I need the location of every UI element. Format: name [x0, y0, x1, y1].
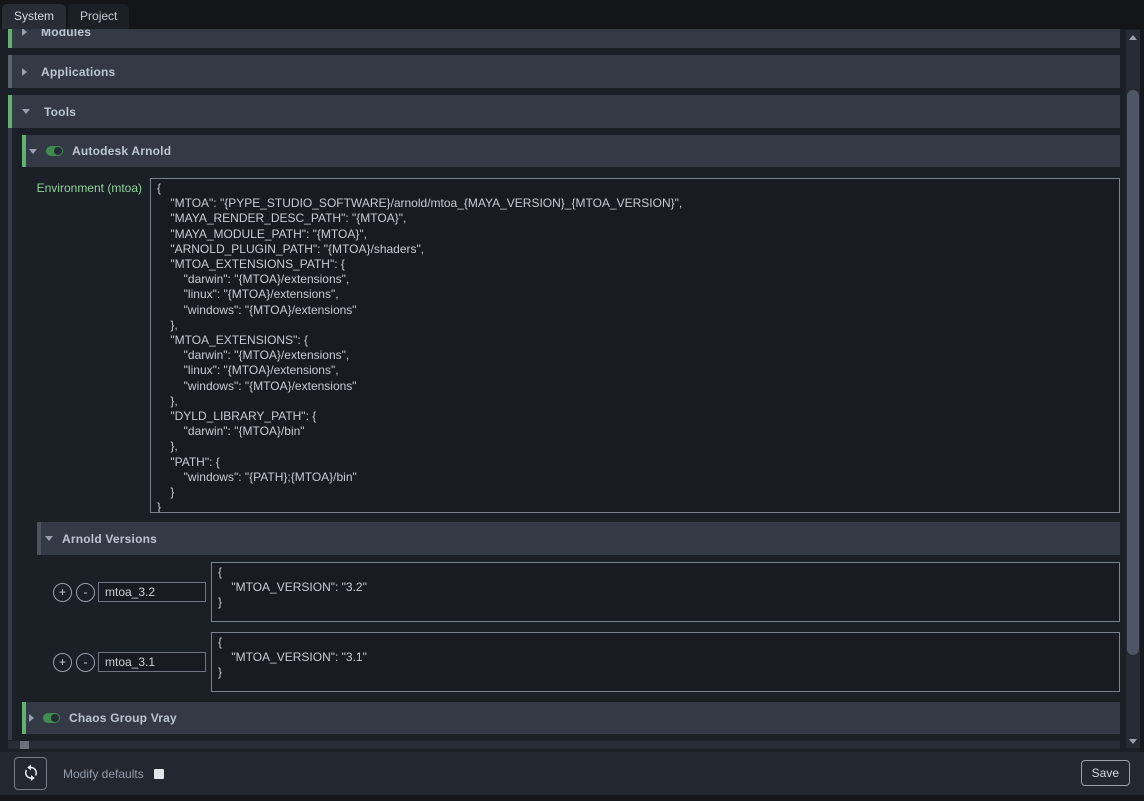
modules-title: Modules [41, 29, 91, 39]
settings-viewport: Modules Applications Tools [0, 29, 1144, 752]
version-name-input[interactable] [98, 652, 206, 672]
modules-state-bar [8, 29, 12, 48]
arnold-state-bar [22, 135, 26, 167]
section-modules-header[interactable]: Modules [8, 29, 1120, 48]
remove-version-button[interactable]: - [76, 653, 95, 672]
settings-scrollpane: Modules Applications Tools [0, 29, 1122, 740]
section-modules: Modules [8, 29, 1120, 48]
tab-project[interactable]: Project [68, 4, 129, 29]
add-version-button[interactable]: + [53, 653, 72, 672]
tab-system[interactable]: System [2, 4, 66, 29]
applications-expander-icon[interactable] [22, 68, 27, 76]
refresh-button[interactable] [14, 757, 47, 790]
version-row: + - { "MTOA_VERSION": "3.1" } [12, 632, 1120, 692]
applications-state-bar [8, 55, 12, 88]
settings-window: System Project Modules Applications [0, 0, 1144, 801]
vray-state-bar [22, 702, 26, 734]
vray-enabled-toggle[interactable] [43, 713, 60, 723]
vertical-scrollbar-thumb[interactable] [1127, 90, 1139, 655]
modify-defaults-checkbox[interactable] [154, 769, 164, 779]
modify-defaults-label: Modify defaults [63, 767, 144, 781]
section-applications-header[interactable]: Applications [8, 55, 1120, 88]
arnold-expander-icon[interactable] [29, 149, 37, 154]
versions-title: Arnold Versions [62, 532, 157, 546]
refresh-icon [22, 763, 40, 784]
tools-expander-icon[interactable] [22, 109, 30, 114]
toggle-knob-icon [54, 147, 62, 155]
version-row-controls: + - [12, 562, 206, 622]
vertical-scrollbar[interactable] [1126, 30, 1140, 748]
scroll-down-arrow[interactable] [1126, 734, 1140, 748]
environment-label: Environment (mtoa) [12, 178, 142, 195]
arrow-down-icon [1129, 739, 1137, 744]
arrow-up-icon [1129, 35, 1137, 40]
arnold-title: Autodesk Arnold [72, 144, 171, 158]
remove-version-button[interactable]: - [76, 583, 95, 602]
right-edge-gutter [1140, 29, 1144, 752]
versions-state-bar [37, 522, 41, 555]
toggle-knob-icon [51, 714, 59, 722]
tab-bar: System Project [0, 0, 1144, 29]
version-json-textarea[interactable]: { "MTOA_VERSION": "3.2" } [211, 562, 1120, 622]
version-json-textarea[interactable]: { "MTOA_VERSION": "3.1" } [211, 632, 1120, 692]
add-version-button[interactable]: + [53, 583, 72, 602]
arnold-versions-header[interactable]: Arnold Versions [37, 522, 1120, 555]
arnold-environment-row: Environment (mtoa) { "MTOA": "{PYPE_STUD… [12, 178, 1120, 513]
vray-expander-icon[interactable] [29, 714, 34, 722]
horizontal-scrollbar[interactable] [8, 741, 1120, 749]
tools-title: Tools [44, 105, 76, 119]
scroll-up-arrow[interactable] [1126, 30, 1140, 44]
version-row: + - { "MTOA_VERSION": "3.2" } [12, 562, 1120, 622]
arnold-section-header[interactable]: Autodesk Arnold [22, 135, 1120, 167]
section-tools-header[interactable]: Tools [8, 95, 1120, 128]
section-tools: Tools [8, 95, 1120, 128]
footer-bar: Modify defaults Save [0, 752, 1144, 801]
tools-body: Autodesk Arnold Environment (mtoa) { "MT… [8, 128, 1120, 740]
arnold-enabled-toggle[interactable] [46, 146, 63, 156]
save-button[interactable]: Save [1081, 760, 1130, 786]
tools-state-bar [8, 95, 12, 128]
version-name-input[interactable] [98, 582, 206, 602]
applications-title: Applications [41, 65, 115, 79]
version-row-controls: + - [12, 632, 206, 692]
modules-expander-icon[interactable] [22, 29, 27, 36]
environment-json-textarea[interactable]: { "MTOA": "{PYPE_STUDIO_SOFTWARE}/arnold… [150, 178, 1120, 513]
vray-section-header[interactable]: Chaos Group Vray [22, 702, 1120, 734]
section-applications: Applications [8, 55, 1120, 88]
versions-expander-icon[interactable] [45, 536, 53, 541]
vray-title: Chaos Group Vray [69, 711, 177, 725]
horizontal-scrollbar-thumb[interactable] [20, 741, 29, 749]
